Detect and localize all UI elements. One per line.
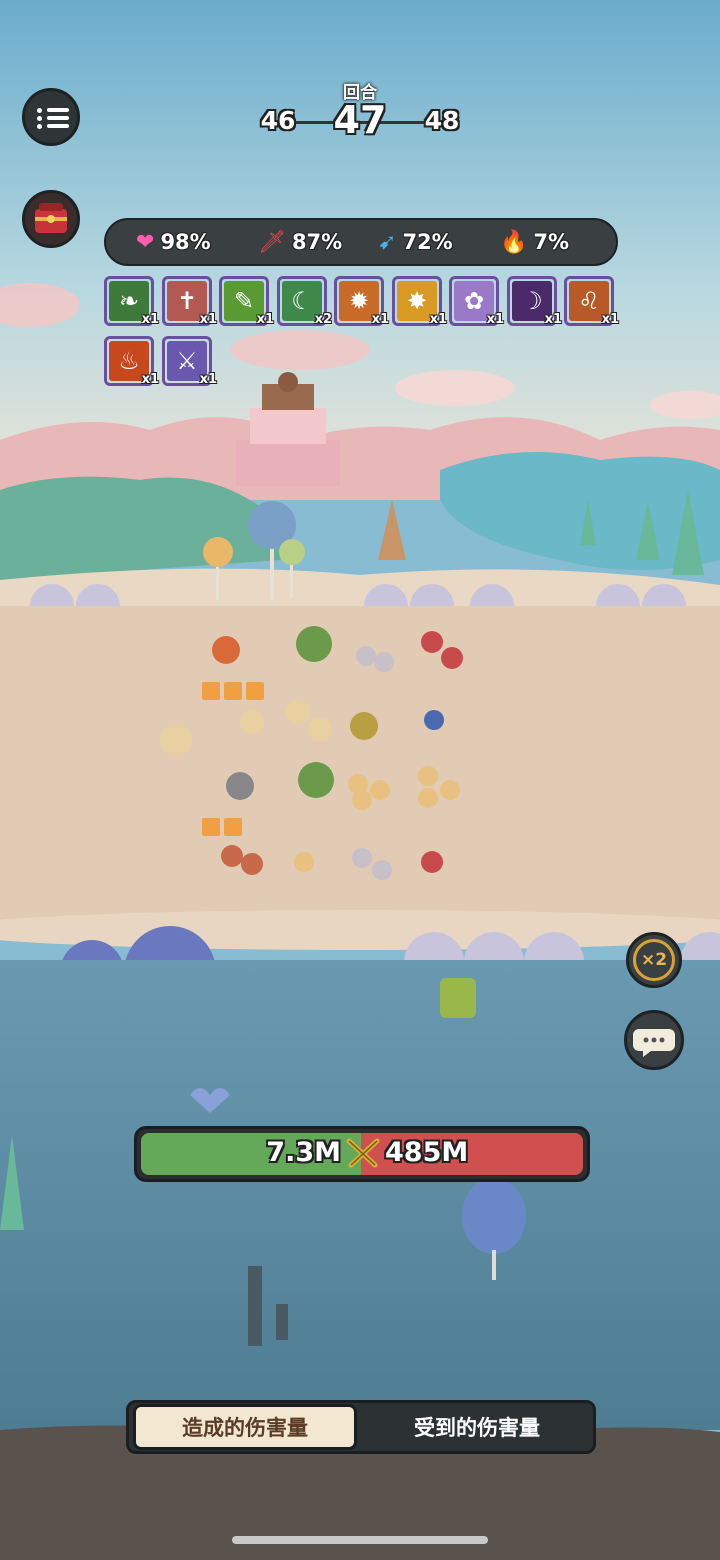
lion-skill-icon[interactable]: ♌ x1 xyxy=(564,276,619,327)
speed-label: ×2 xyxy=(633,939,675,981)
stat-crit: 🔥 7% xyxy=(500,229,570,255)
flame-skill-icon[interactable]: ♨ x1 xyxy=(104,336,159,387)
next-round: 48 xyxy=(424,106,460,135)
skill-count: x1 xyxy=(601,312,619,327)
chat-button[interactable] xyxy=(624,1010,684,1070)
damage-dealt-value: 7.3M xyxy=(266,1137,341,1168)
speed-toggle-button[interactable]: ×2 xyxy=(626,932,682,988)
wolf-skill-icon[interactable]: ☽ x1 xyxy=(507,276,562,327)
home-indicator[interactable] xyxy=(232,1536,488,1544)
fire-icon: 🔥 xyxy=(500,229,528,255)
hamster-skill-icon[interactable]: ✿ x1 xyxy=(449,276,504,327)
crossed-swords-icon xyxy=(345,1137,381,1175)
treasure-chest-icon xyxy=(35,203,67,233)
skill-count: x1 xyxy=(256,312,274,327)
skill-count: x1 xyxy=(429,312,447,327)
tab-damage-dealt[interactable]: 造成的伤害量 xyxy=(133,1404,357,1450)
poison-skill-icon[interactable]: ✎ x1 xyxy=(219,276,274,327)
team-stats-bar: ❤ 98% 🗡 87% ➹ 72% 🔥 7% xyxy=(104,218,618,266)
blade-skill-icon[interactable]: ⚔ x1 xyxy=(162,336,217,387)
skill-count: x1 xyxy=(544,312,562,327)
skill-count: x2 xyxy=(314,312,332,327)
previous-round: 46 xyxy=(260,106,296,135)
stat-health: ❤ 98% xyxy=(136,229,211,255)
skill-count: x1 xyxy=(199,312,217,327)
stat-attack: 🗡 87% xyxy=(258,229,343,255)
tab-damage-taken[interactable]: 受到的伤害量 xyxy=(365,1406,589,1448)
damage-tabs: 造成的伤害量 受到的伤害量 xyxy=(126,1400,596,1454)
damage-taken-value: 485M xyxy=(385,1137,469,1168)
beast-rage-skill-icon[interactable]: ✹ x1 xyxy=(334,276,389,327)
chat-bubble-icon xyxy=(633,1029,675,1057)
stat-speed: ➹ 72% xyxy=(378,229,453,255)
speed-icon: ➹ xyxy=(378,229,397,255)
vine-skill-icon[interactable]: ❧ x1 xyxy=(104,276,159,327)
burst-skill-icon[interactable]: ✸ x1 xyxy=(392,276,447,327)
moon-heal-skill-icon[interactable]: ☾ x2 xyxy=(277,276,332,327)
tomb-skill-icon[interactable]: ✝ x1 xyxy=(162,276,217,327)
skill-count: x1 xyxy=(199,372,217,387)
boss-avatar[interactable] xyxy=(22,190,80,248)
skill-count: x1 xyxy=(486,312,504,327)
skill-count: x1 xyxy=(141,312,159,327)
skill-count: x1 xyxy=(141,372,159,387)
menu-button[interactable] xyxy=(22,88,80,146)
damage-comparison-bar: 7.3M 485M xyxy=(134,1126,590,1182)
heart-icon: ❤ xyxy=(136,229,155,255)
skill-count: x1 xyxy=(371,312,389,327)
sword-icon: 🗡 xyxy=(258,229,286,255)
current-round: 47 xyxy=(333,98,387,142)
